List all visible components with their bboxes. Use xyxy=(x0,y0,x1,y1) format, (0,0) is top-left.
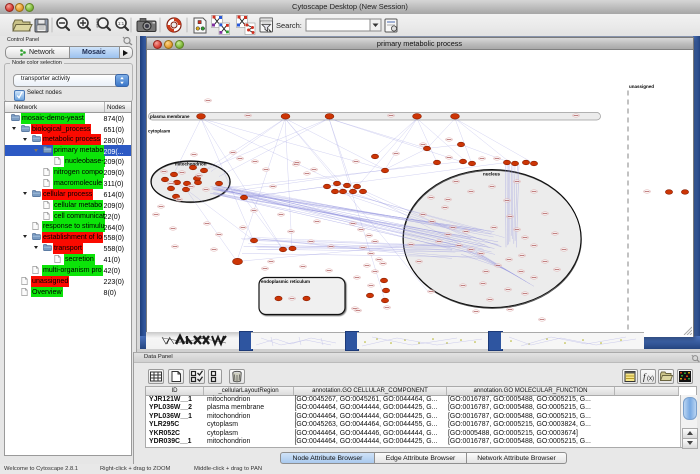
svg-text:(x): (x) xyxy=(647,376,654,382)
svg-text:plasma membrane: plasma membrane xyxy=(150,114,190,119)
svg-text:nucleus: nucleus xyxy=(483,171,501,176)
svg-text:endoplasmic reticulum: endoplasmic reticulum xyxy=(261,279,310,284)
svg-text:unassigned: unassigned xyxy=(629,84,654,89)
svg-text:1:1: 1:1 xyxy=(118,21,125,26)
svg-text:cytoplasm: cytoplasm xyxy=(148,128,170,133)
svg-text:Search:: Search: xyxy=(276,21,302,30)
